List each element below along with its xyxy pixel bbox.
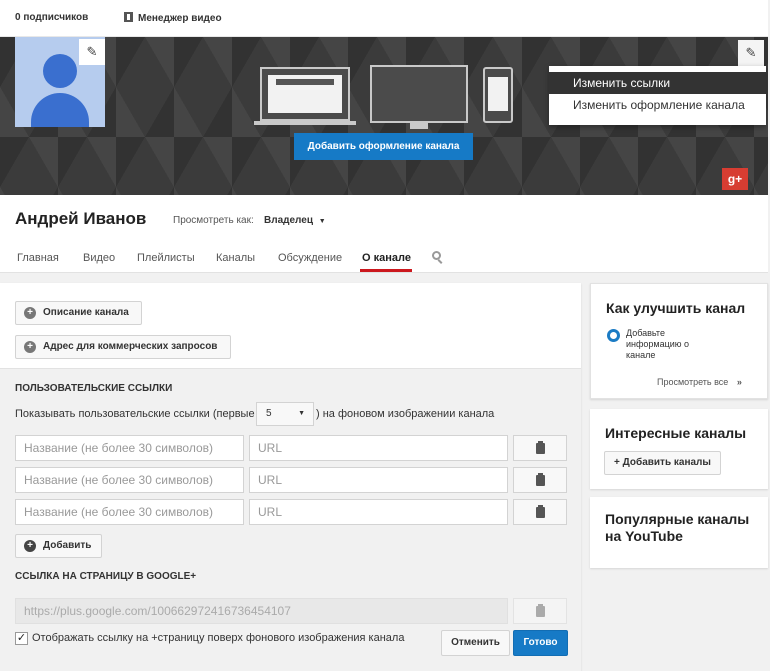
add-link-button[interactable]: + Добавить	[15, 534, 102, 558]
chevron-down-icon: ▼	[298, 410, 305, 417]
menu-item-edit-art[interactable]: Изменить оформление канала	[549, 94, 766, 116]
link-url-input-2[interactable]: URL	[249, 467, 508, 493]
video-manager-label: Менеджер видео	[138, 13, 222, 24]
double-chevron-right-icon: »	[736, 377, 742, 387]
about-panel: + Описание канала + Адрес для коммерческих…	[0, 283, 581, 671]
business-address-label: Адрес для коммерческих запросов	[43, 341, 218, 352]
radio-ring-icon	[607, 329, 620, 342]
avatar-body-shape	[31, 93, 89, 127]
tv-icon	[370, 65, 468, 123]
add-channel-art-button[interactable]: Добавить оформление канала	[294, 133, 473, 160]
laptop-icon	[260, 67, 350, 121]
tab-videos[interactable]: Видео	[83, 252, 115, 264]
view-as-label: Просмотреть как:	[173, 215, 254, 226]
google-plus-icon[interactable]: g+	[722, 168, 748, 190]
view-all-link[interactable]: Просмотреть все »	[657, 377, 742, 387]
channel-header: Андрей Иванов Просмотреть как: Владелец …	[0, 195, 768, 273]
video-manager-link[interactable]: Менеджер видео	[124, 12, 222, 24]
search-icon[interactable]	[432, 251, 444, 265]
tab-playlists[interactable]: Плейлисты	[137, 252, 195, 264]
improve-channel-card: Как улучшить канал Добавьте информацию о…	[590, 283, 768, 399]
view-as-value: Владелец	[264, 215, 313, 226]
view-all-label: Просмотреть все	[657, 377, 729, 387]
tv-stand-shape	[410, 123, 428, 129]
channel-topbar: 0 подписчиков Менеджер видео	[0, 0, 768, 37]
featured-channels-card: Интересные каналы + Добавить каналы	[590, 409, 768, 489]
show-links-prefix: Показывать пользовательские ссылки (перв…	[15, 408, 255, 420]
popular-channels-card: Популярные каналы на YouTube	[590, 497, 768, 568]
phone-icon	[483, 67, 513, 123]
edit-avatar-pencil-icon[interactable]: ✎	[79, 39, 105, 65]
link-name-input-1[interactable]: Название (не более 30 символов)	[15, 435, 244, 461]
delete-link-1-trash-icon[interactable]	[513, 435, 567, 461]
gplus-section-title: ССЫЛКА НА СТРАНИЦУ В GOOGLE+	[15, 571, 197, 582]
delete-link-2-trash-icon[interactable]	[513, 467, 567, 493]
custom-links-editor: ПОЛЬЗОВАТЕЛЬСКИЕ ССЫЛКИ Показывать польз…	[0, 368, 581, 671]
show-links-suffix: ) на фоновом изображении канала	[316, 408, 495, 420]
business-address-button[interactable]: + Адрес для коммерческих запросов	[15, 335, 231, 359]
custom-links-title: ПОЛЬЗОВАТЕЛЬСКИЕ ССЫЛКИ	[15, 383, 173, 394]
link-name-input-2[interactable]: Название (не более 30 символов)	[15, 467, 244, 493]
tab-channels[interactable]: Каналы	[216, 252, 255, 264]
links-count-select[interactable]: 5 ▼	[256, 402, 314, 426]
channel-description-label: Описание канала	[43, 307, 129, 318]
improve-item-text[interactable]: Добавьте информацию о канале	[626, 328, 714, 361]
improve-channel-title: Как улучшить канал	[606, 300, 746, 316]
links-count-value: 5	[266, 408, 272, 419]
link-url-input-1[interactable]: URL	[249, 435, 508, 461]
plus-circle-icon: +	[24, 540, 36, 552]
done-button[interactable]: Готово	[513, 630, 568, 656]
view-as-dropdown[interactable]: Владелец ▼	[264, 215, 326, 226]
gplus-url-field: https://plus.google.com/1006629724167364…	[15, 598, 508, 624]
active-tab-underline	[360, 269, 412, 272]
subscriber-count: 0 подписчиков	[15, 12, 89, 23]
featured-channels-title: Интересные каналы	[605, 425, 747, 441]
link-name-input-3[interactable]: Название (не более 30 символов)	[15, 499, 244, 525]
delete-link-3-trash-icon[interactable]	[513, 499, 567, 525]
delete-gplus-trash-icon	[513, 598, 567, 624]
menu-item-edit-links[interactable]: Изменить ссылки	[549, 72, 766, 94]
laptop-base-shape	[254, 121, 356, 125]
tab-home[interactable]: Главная	[17, 252, 59, 264]
add-channels-button[interactable]: + Добавить каналы	[604, 451, 721, 475]
channel-banner: ✎ ✎ Добавить оформление канала Изменить …	[0, 37, 768, 195]
tab-about[interactable]: О канале	[362, 252, 411, 264]
edit-banner-pencil-icon[interactable]: ✎	[738, 40, 764, 66]
video-manager-icon	[124, 12, 133, 22]
edit-banner-menu: Изменить ссылки Изменить оформление кана…	[549, 66, 766, 125]
add-link-label: Добавить	[43, 540, 92, 551]
avatar-head-shape	[43, 54, 77, 88]
cancel-button[interactable]: Отменить	[441, 630, 510, 656]
gplus-overlay-checkbox[interactable]: ✓	[15, 632, 28, 645]
tab-discussion[interactable]: Обсуждение	[278, 252, 342, 264]
plus-circle-icon: +	[24, 341, 36, 353]
link-url-input-3[interactable]: URL	[249, 499, 508, 525]
chevron-down-icon: ▼	[318, 218, 326, 225]
gplus-overlay-label: Отображать ссылку на +страницу поверх фо…	[32, 632, 405, 644]
channel-name: Андрей Иванов	[15, 209, 147, 228]
popular-channels-title: Популярные каналы на YouTube	[605, 511, 750, 544]
channel-description-button[interactable]: + Описание канала	[15, 301, 142, 325]
plus-circle-icon: +	[24, 307, 36, 319]
